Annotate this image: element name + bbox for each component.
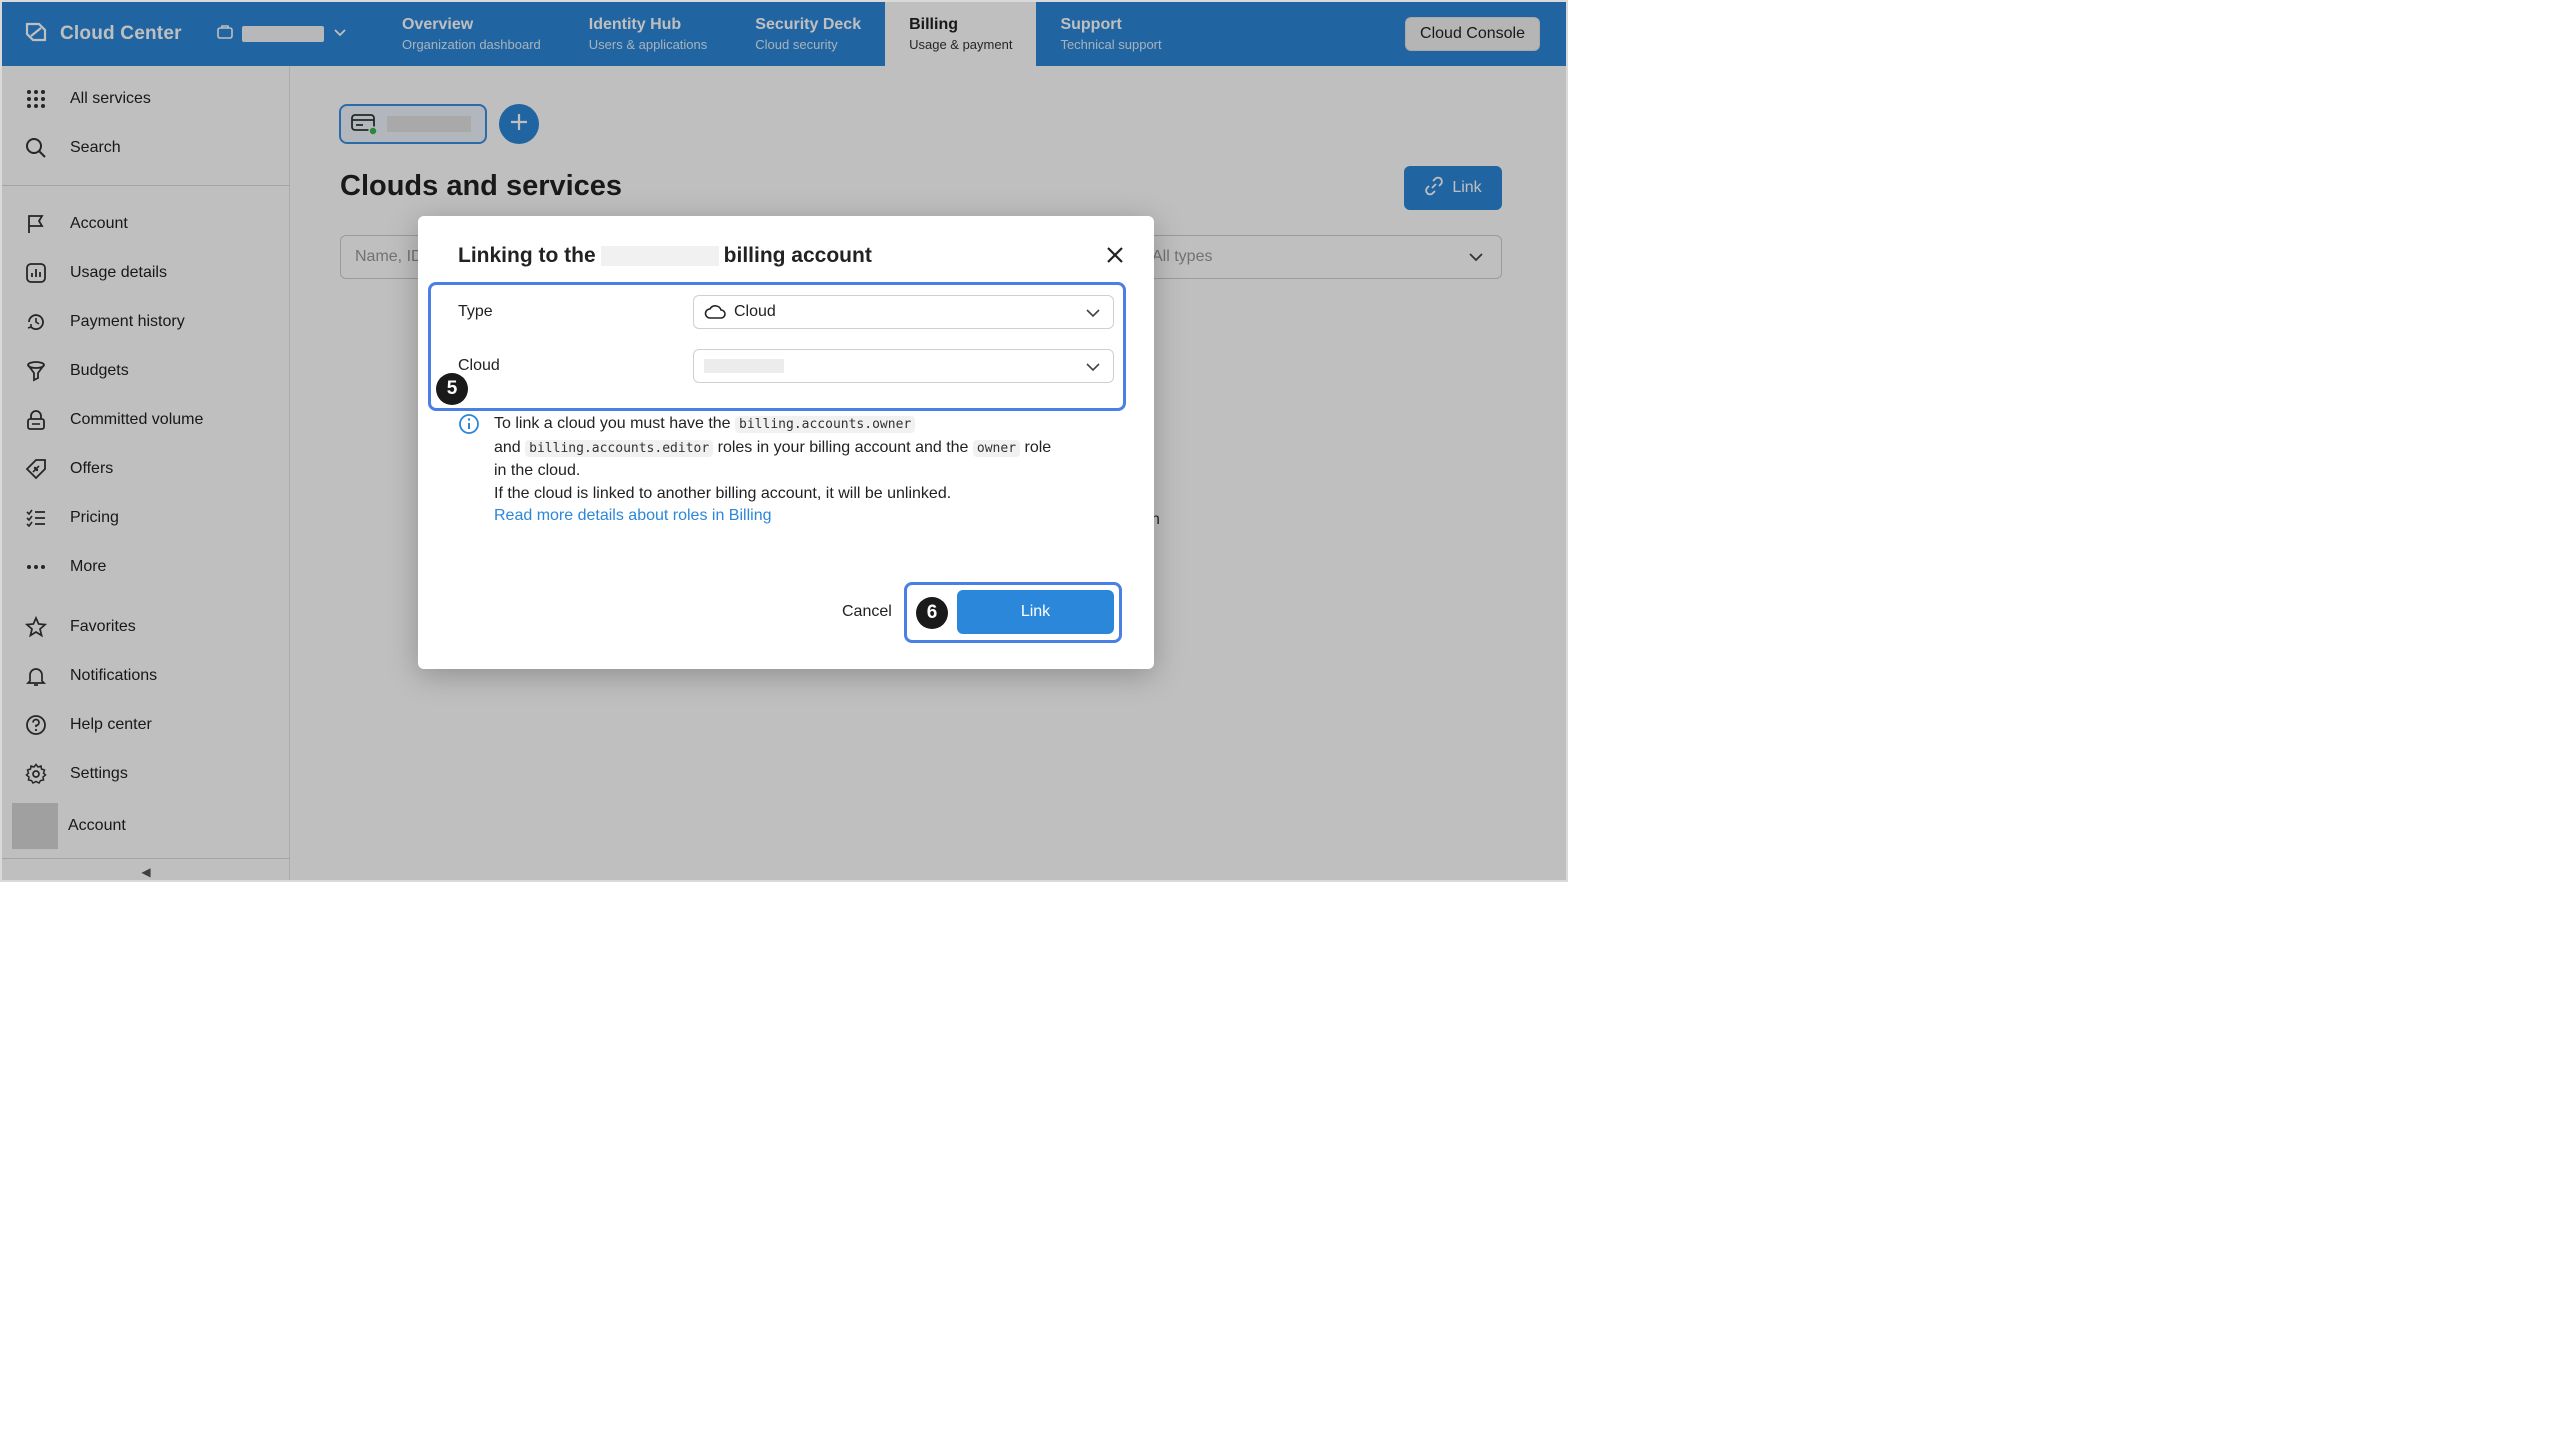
cloud-name-redacted (704, 359, 784, 373)
step-badge-6: 6 (916, 597, 948, 629)
cloud-select[interactable] (693, 349, 1114, 383)
link-dialog: Linking to the billing account Type Clou… (418, 216, 1154, 669)
chevron-down-icon (1085, 305, 1101, 326)
roles-help-link[interactable]: Read more details about roles in Billing (494, 507, 771, 524)
cloud-label: Cloud (458, 357, 500, 374)
info-text: To link a cloud you must have the billin… (494, 415, 1052, 524)
billing-account-name-redacted (600, 246, 719, 266)
role-billing-accounts-editor: billing.accounts.editor (525, 439, 714, 457)
step-badge-5: 5 (436, 373, 468, 405)
cloud-icon (704, 304, 726, 320)
close-icon (1106, 246, 1124, 269)
role-owner: owner (972, 439, 1021, 457)
role-billing-accounts-owner: billing.accounts.owner (735, 416, 916, 433)
chevron-down-icon (1085, 359, 1101, 380)
info-icon (458, 413, 480, 440)
close-button[interactable] (1104, 246, 1126, 268)
dialog-title: Linking to the billing account (458, 244, 872, 267)
cancel-button[interactable]: Cancel (830, 596, 904, 628)
type-select[interactable]: Cloud (693, 295, 1114, 329)
confirm-link-button[interactable]: Link (957, 590, 1114, 634)
app-window: Cloud Center Overview Organization dashb… (0, 0, 1568, 882)
type-label: Type (458, 303, 493, 320)
